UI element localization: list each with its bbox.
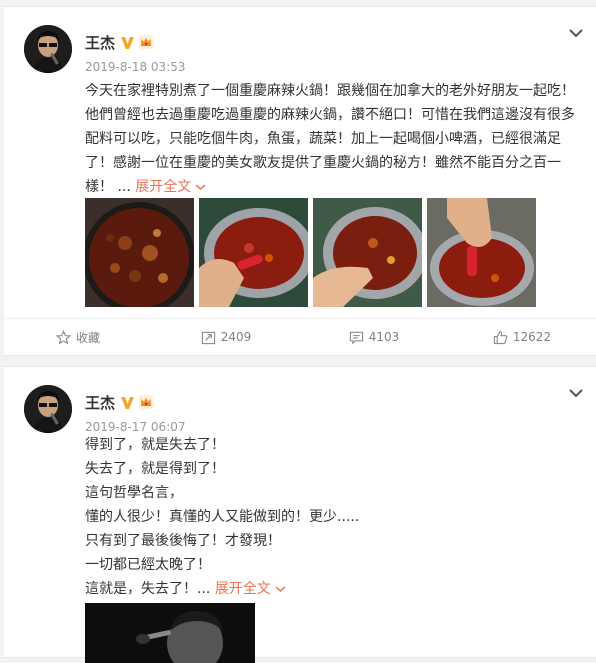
hotpot-photo[interactable] [427, 198, 536, 307]
post-card: 王杰 2019-8-17 06:07 得到了，就是失去了！ 失去了，就是得到了！… [4, 366, 596, 663]
star-icon [55, 329, 71, 344]
ellipsis: ... [117, 179, 131, 195]
author-name[interactable]: 王杰 [85, 32, 115, 53]
verified-v-icon [121, 36, 135, 49]
post-card: 王杰 2019-8-18 03:53 今天在家裡特別煮了一個重慶麻辣火鍋！跟幾個… [4, 6, 596, 356]
expand-label: 展开全文 [214, 581, 271, 597]
thumbs-up-icon [493, 330, 508, 344]
post-timestamp[interactable]: 2019-8-17 06:07 [85, 420, 186, 434]
author-name[interactable]: 王杰 [85, 392, 115, 413]
concert-photo[interactable] [85, 603, 255, 663]
like-button[interactable]: 12622 [448, 319, 596, 355]
post-text-line: 一切都已經太晚了！ [85, 557, 211, 573]
post-text-line: 他們曾經也去過重慶吃過重慶的麻辣火鍋，讚不絕口！可惜在我們這邊沒有很多 [85, 107, 575, 123]
avatar[interactable] [24, 25, 72, 73]
post-text-line: 只有到了最後後悔了！才發現！ [85, 533, 281, 549]
post-text-line: 得到了，就是失去了！ [85, 437, 225, 453]
favorite-button[interactable]: 收藏 [4, 319, 152, 355]
post-text-line: 配料可以吃，只能吃個牛肉，魚蛋，蔬菜！加上一起喝個小啤酒，已經很滿足 [85, 131, 561, 147]
action-bar: 收藏 2409 4103 12622 [4, 318, 596, 355]
comment-button[interactable]: 4103 [300, 319, 448, 355]
expand-full-text-link[interactable]: 展开全文 [215, 581, 286, 597]
post-timestamp[interactable]: 2019-8-18 03:53 [85, 60, 186, 74]
post-text-line: 樣！ [85, 179, 113, 195]
hotpot-photo[interactable] [199, 198, 308, 307]
post-text-line: 失去了，就是得到了！ [85, 461, 225, 477]
photo-grid [85, 198, 536, 307]
verified-v-icon [121, 396, 135, 409]
hotpot-photo[interactable] [85, 198, 194, 307]
expand-label: 展开全文 [135, 179, 192, 195]
crown-icon[interactable] [138, 394, 154, 410]
hotpot-photo[interactable] [313, 198, 422, 307]
post-text-line: 懂的人很少！真懂的人又能做到的！更少..... [85, 509, 360, 525]
post-text: 得到了，就是失去了！ 失去了，就是得到了！ 這句哲學名言， 懂的人很少！真懂的人… [85, 433, 578, 601]
favorite-label: 收藏 [75, 330, 100, 345]
expand-full-text-link[interactable]: 展开全文 [135, 179, 206, 195]
like-count: 12622 [512, 330, 552, 344]
comment-count: 4103 [368, 330, 400, 344]
post-text: 今天在家裡特別煮了一個重慶麻辣火鍋！跟幾個在加拿大的老外好朋友一起吃！ 他們曾經… [85, 79, 578, 199]
avatar[interactable] [24, 385, 72, 433]
post-text-last-line: 這就是，失去了！... 展开全文 [85, 577, 578, 601]
chevron-down-icon [195, 184, 206, 191]
chevron-down-icon[interactable] [568, 27, 584, 39]
post-text-line: 這句哲學名言， [85, 485, 183, 501]
author-row: 王杰 [85, 391, 154, 413]
crown-icon[interactable] [138, 34, 154, 50]
chevron-down-icon [275, 586, 286, 593]
post-text-line: 這就是，失去了！ [85, 581, 197, 597]
repost-icon [201, 331, 215, 344]
chevron-down-icon[interactable] [568, 387, 584, 399]
comment-icon [349, 331, 363, 344]
post-text-line: 了！感謝一位在重慶的美女歌友提供了重慶火鍋的秘方！雖然不能百分之百一 [85, 155, 561, 171]
post-text-last-line: 樣！ ... 展开全文 [85, 175, 578, 199]
ellipsis: ... [197, 581, 211, 597]
repost-button[interactable]: 2409 [152, 319, 300, 355]
repost-count: 2409 [220, 330, 252, 344]
post-text-line: 今天在家裡特別煮了一個重慶麻辣火鍋！跟幾個在加拿大的老外好朋友一起吃！ [85, 83, 575, 99]
author-row: 王杰 [85, 31, 154, 53]
